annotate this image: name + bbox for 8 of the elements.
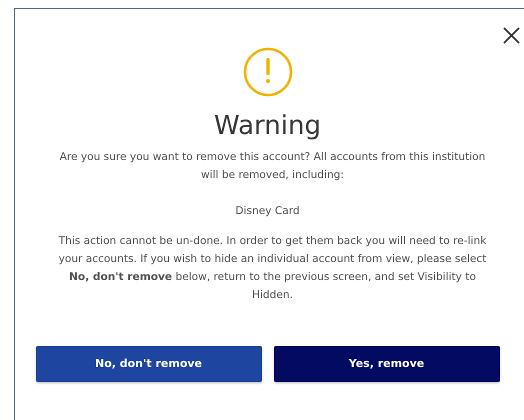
confirm-button[interactable]: Yes, remove xyxy=(274,346,500,382)
cancel-button[interactable]: No, don't remove xyxy=(36,346,262,382)
account-name: Disney Card xyxy=(235,204,300,220)
warning-note: This action cannot be un-done. In order to get them back you will need to re-link your accounts. If you wish to hide an individual account from view, please select No, don't remove below, return to the previous screen, and set Visibility to Hidden. xyxy=(58,234,488,304)
dialog-title: Warning xyxy=(214,111,321,142)
warning-message: Are you sure you want to remove this account? All accounts from this institution will be removed, including: xyxy=(58,150,486,184)
close-icon[interactable] xyxy=(503,27,520,44)
warning-icon xyxy=(242,47,292,97)
